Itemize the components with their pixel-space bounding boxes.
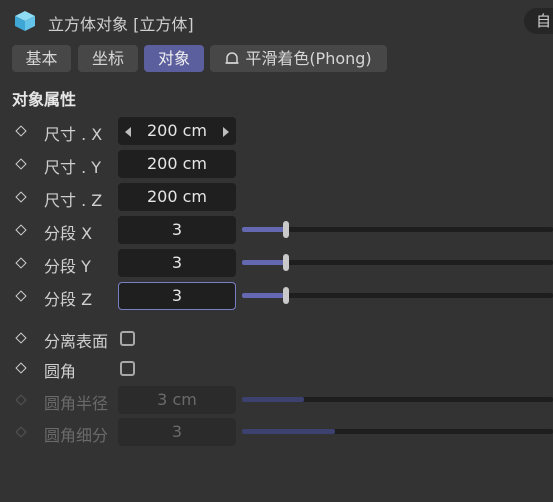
size-z-field[interactable]: 200 cm [118, 183, 236, 211]
size-z-label: 尺寸 . Z [44, 191, 103, 210]
object-title: 立方体对象 [立方体] [48, 15, 194, 34]
seg-x-slider[interactable] [242, 221, 553, 238]
keyframe-diamond-icon[interactable] [15, 158, 27, 170]
keyframe-diamond-icon[interactable] [15, 125, 27, 137]
keyframe-diamond-icon [15, 394, 27, 406]
seg-y-label: 分段 Y [44, 257, 91, 276]
tab-coordinates[interactable]: 坐标 [78, 45, 138, 72]
property-fillet-radius: 圆角半径 3 cm [0, 386, 553, 416]
property-size-y: 尺寸 . Y 200 cm [0, 150, 553, 180]
tab-phong[interactable]: 平滑着色(Phong) [210, 45, 387, 72]
slider-fill [242, 260, 286, 265]
bell-icon [225, 52, 239, 64]
size-x-value: 200 cm [146, 121, 207, 140]
keyframe-diamond-icon [15, 426, 27, 438]
fillet-subdiv-slider [242, 429, 553, 434]
seg-x-field[interactable]: 3 [118, 216, 236, 244]
keyframe-diamond-icon[interactable] [15, 257, 27, 269]
property-seg-x: 分段 X 3 [0, 216, 553, 246]
seg-z-slider[interactable] [242, 287, 553, 304]
property-seg-z: 分段 Z 3 [0, 282, 553, 312]
slider-fill [242, 429, 335, 434]
fillet-subdiv-label: 圆角细分 [44, 426, 109, 445]
size-y-field[interactable]: 200 cm [118, 150, 236, 178]
slider-knob[interactable] [283, 287, 289, 304]
cube-icon [15, 11, 35, 31]
seg-z-field[interactable]: 3 [118, 282, 236, 310]
tab-phong-label: 平滑着色(Phong) [245, 49, 372, 68]
keyframe-diamond-icon[interactable] [15, 290, 27, 302]
tab-object[interactable]: 对象 [144, 45, 204, 72]
size-y-label: 尺寸 . Y [44, 158, 102, 177]
size-x-field[interactable]: 200 cm [118, 117, 236, 145]
property-fillet-subdiv: 圆角细分 3 [0, 418, 553, 448]
keyframe-diamond-icon[interactable] [15, 191, 27, 203]
increment-arrow-icon[interactable] [223, 127, 229, 137]
property-size-z: 尺寸 . Z 200 cm [0, 183, 553, 213]
keyframe-diamond-icon[interactable] [15, 224, 27, 236]
property-size-x: 尺寸 . X 200 cm [0, 117, 553, 147]
fillet-radius-field: 3 cm [118, 386, 236, 414]
section-title: 对象属性 [12, 90, 77, 109]
fillet-radius-slider [242, 397, 553, 402]
keyframe-diamond-icon[interactable] [15, 332, 27, 344]
separate-surfaces-label: 分离表面 [44, 332, 109, 351]
slider-fill [242, 397, 304, 402]
seg-z-label: 分段 Z [44, 290, 93, 309]
property-separate-surfaces: 分离表面 [0, 324, 553, 354]
property-fillet: 圆角 [0, 354, 553, 384]
slider-knob[interactable] [283, 254, 289, 271]
seg-y-field[interactable]: 3 [118, 249, 236, 277]
fillet-label: 圆角 [44, 362, 77, 381]
mode-button[interactable]: 自 [524, 8, 553, 34]
panel-header: 立方体对象 [立方体] 自 [0, 0, 553, 42]
decrement-arrow-icon[interactable] [125, 127, 131, 137]
fillet-subdiv-field: 3 [118, 418, 236, 446]
property-seg-y: 分段 Y 3 [0, 249, 553, 279]
seg-x-label: 分段 X [44, 224, 93, 243]
separate-surfaces-checkbox[interactable] [120, 331, 135, 346]
slider-knob[interactable] [283, 221, 289, 238]
slider-fill [242, 227, 286, 232]
fillet-checkbox[interactable] [120, 361, 135, 376]
fillet-radius-label: 圆角半径 [44, 394, 109, 413]
keyframe-diamond-icon[interactable] [15, 362, 27, 374]
slider-fill [242, 293, 286, 298]
tab-basic[interactable]: 基本 [12, 45, 71, 72]
size-x-label: 尺寸 . X [44, 125, 103, 144]
seg-y-slider[interactable] [242, 254, 553, 271]
